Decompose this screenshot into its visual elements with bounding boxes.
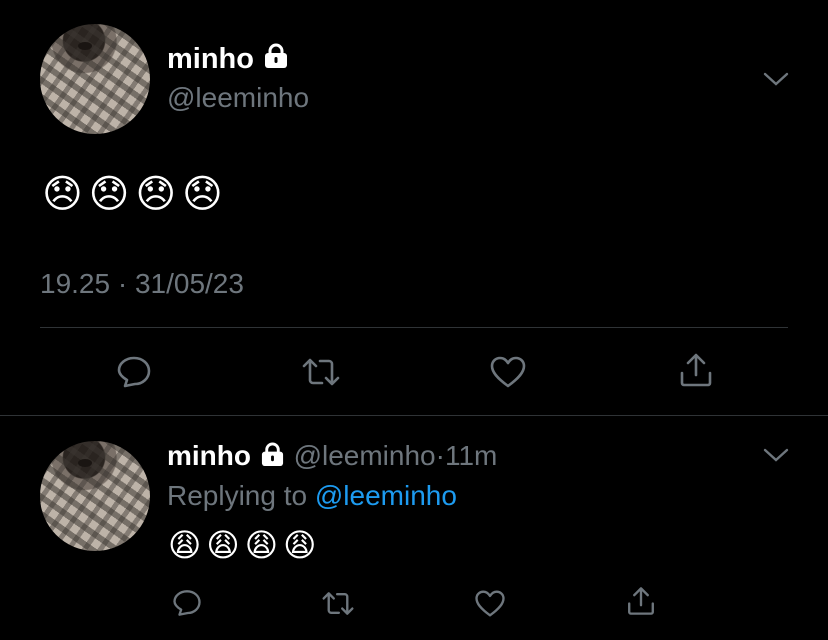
reply-icon[interactable]: [116, 354, 152, 390]
reply-author-line: minho @leeminho·11m: [167, 440, 497, 474]
reply-icon[interactable]: [172, 588, 202, 618]
reply-text: 😩😩😩😩: [168, 527, 322, 563]
replying-to-handle[interactable]: @leeminho: [315, 480, 457, 511]
like-icon[interactable]: [489, 355, 527, 389]
display-name[interactable]: minho: [167, 43, 254, 75]
share-icon[interactable]: [625, 585, 657, 617]
avatar[interactable]: [40, 24, 150, 134]
tweet-text: 😞😞😞😞: [42, 173, 229, 216]
time-separator: ·: [435, 440, 445, 471]
retweet-icon[interactable]: [300, 356, 342, 388]
handle[interactable]: @leeminho: [294, 440, 436, 471]
divider: [0, 415, 828, 416]
author-line: minho: [167, 42, 290, 77]
chevron-down-icon[interactable]: [762, 446, 790, 464]
avatar[interactable]: [40, 441, 150, 551]
share-icon[interactable]: [677, 351, 715, 389]
replying-to: Replying to @leeminho: [167, 480, 457, 512]
lock-icon: [262, 43, 290, 77]
like-icon[interactable]: [474, 589, 506, 618]
retweet-icon[interactable]: [320, 590, 356, 617]
replying-to-label: Replying to: [167, 480, 315, 511]
display-name[interactable]: minho: [167, 440, 251, 471]
timestamp[interactable]: 19.25 · 31/05/23: [40, 268, 244, 300]
divider: [40, 327, 788, 328]
chevron-down-icon[interactable]: [762, 70, 790, 88]
lock-icon: [259, 442, 286, 474]
handle[interactable]: @leeminho: [167, 82, 309, 114]
relative-time[interactable]: 11m: [445, 440, 497, 471]
